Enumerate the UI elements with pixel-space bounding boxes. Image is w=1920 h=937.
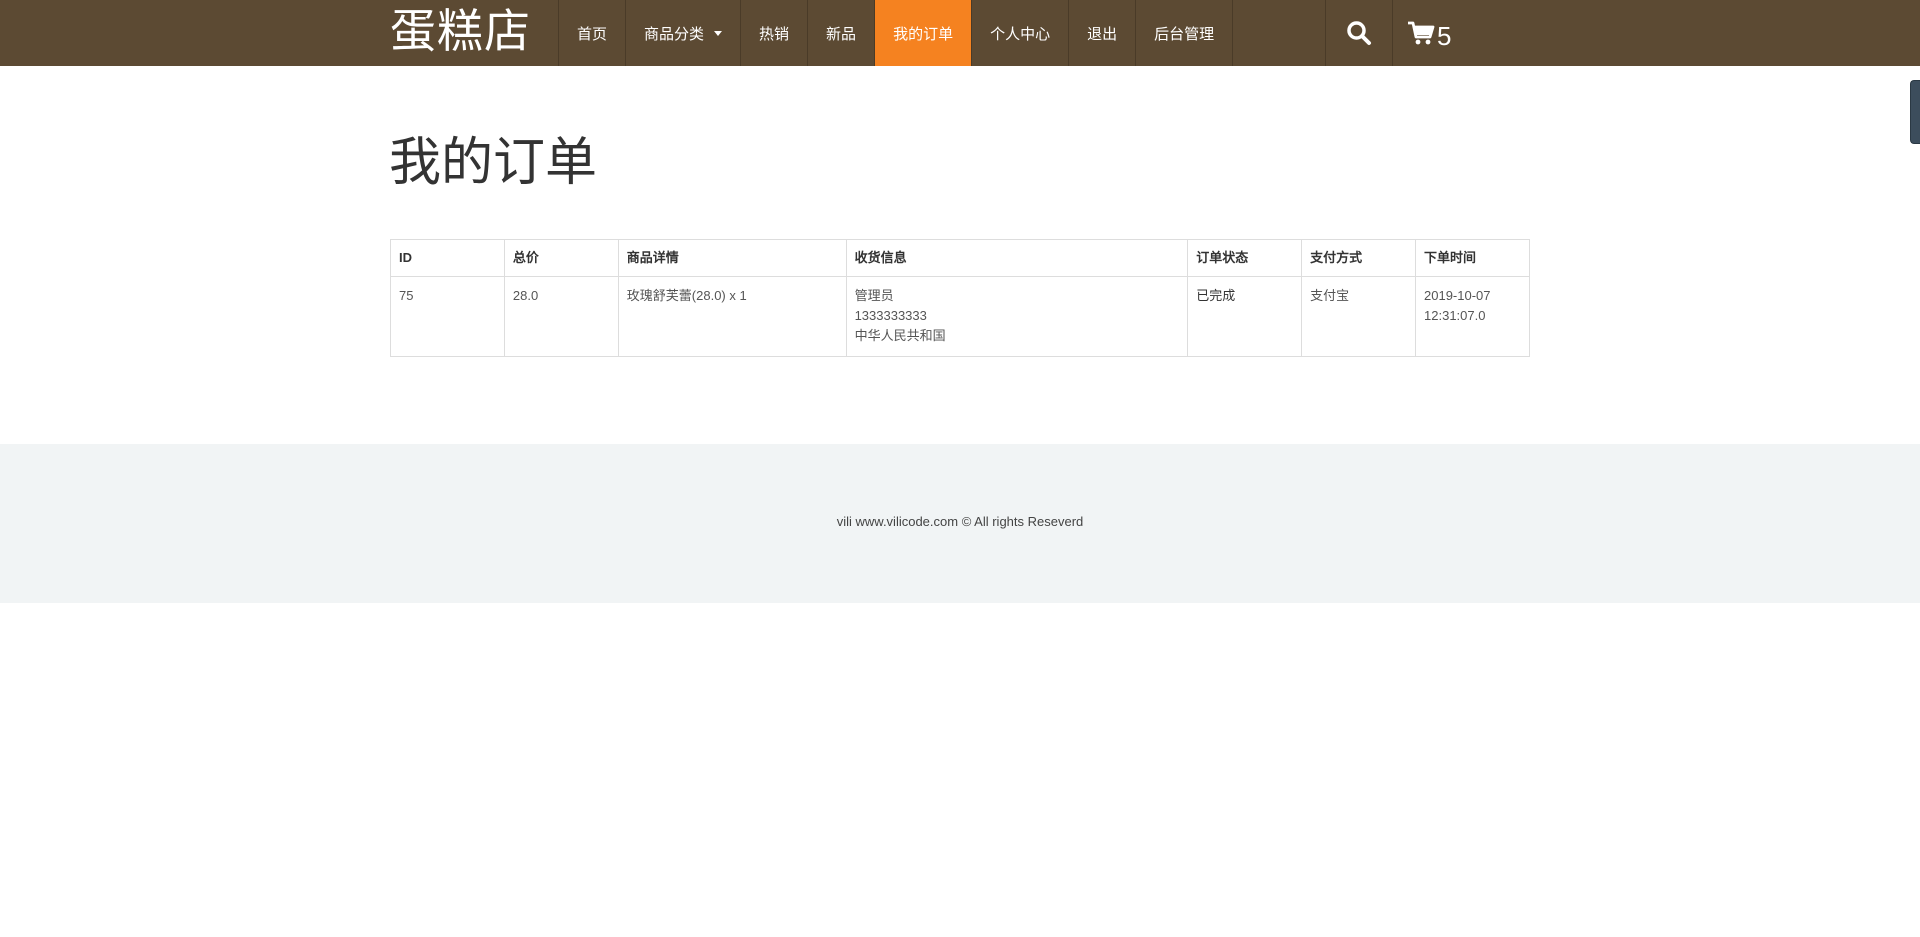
order-time: 12:31:07.0	[1424, 308, 1486, 323]
nav-item-profile[interactable]: 个人中心	[972, 0, 1070, 66]
order-total: 28.0	[503, 276, 619, 357]
order-date: 2019-10-07	[1424, 288, 1491, 303]
orders-table: ID 总价 商品详情 收货信息 订单状态 支付方式 下单时间 75 28.0 玫…	[390, 239, 1530, 357]
nav-item-home[interactable]: 首页	[559, 0, 627, 66]
nav-item-label: 个人中心	[990, 25, 1051, 43]
brand-logo[interactable]: 蛋糕店	[390, 6, 531, 56]
footer-copyright: vili www.vilicode.com © All rights Resev…	[836, 514, 1084, 529]
table-header-row: ID 总价 商品详情 收货信息 订单状态 支付方式 下单时间	[390, 239, 1530, 277]
nav-item-label: 后台管理	[1154, 25, 1215, 43]
order-id: 75	[390, 276, 505, 357]
nav-item-label: 我的订单	[893, 25, 954, 43]
shipping-address: 中华人民共和国	[854, 328, 946, 343]
order-datetime: 2019-10-07 12:31:07.0	[1415, 276, 1530, 357]
page-title: 我的订单	[389, 133, 598, 193]
nav-item-label: 热销	[759, 25, 790, 43]
side-scroll-handle[interactable]	[1910, 80, 1920, 144]
cart-icon	[1408, 21, 1435, 45]
caret-down-icon	[714, 30, 723, 36]
column-header-id: ID	[390, 239, 505, 277]
search-icon	[1347, 21, 1371, 45]
nav-item-label: 退出	[1087, 25, 1118, 43]
column-header-total: 总价	[503, 239, 619, 277]
nav-item-label: 新品	[826, 25, 857, 43]
nav-item-label: 商品分类	[644, 25, 705, 43]
column-header-status: 订单状态	[1187, 239, 1303, 277]
search-button[interactable]	[1326, 0, 1393, 66]
cart-button[interactable]: 5	[1393, 0, 1471, 66]
order-shipping: 管理员 1333333333 中华人民共和国	[845, 276, 1189, 357]
nav-item-new[interactable]: 新品	[808, 0, 876, 66]
order-status: 已完成	[1187, 276, 1303, 357]
column-header-payment: 支付方式	[1301, 239, 1417, 277]
nav-item-label: 首页	[577, 25, 608, 43]
cart-count-badge: 5	[1437, 20, 1452, 51]
main-nav: 首页 商品分类 热销 新品 我的订单 个人中心 退出 后台管理	[558, 0, 1234, 66]
nav-item-admin[interactable]: 后台管理	[1136, 0, 1234, 66]
nav-item-my-orders[interactable]: 我的订单	[875, 0, 973, 66]
column-header-items: 商品详情	[617, 239, 847, 277]
column-header-date: 下单时间	[1415, 239, 1530, 277]
order-payment: 支付宝	[1301, 276, 1417, 357]
shipping-name: 管理员	[854, 288, 894, 303]
nav-item-hot[interactable]: 热销	[741, 0, 809, 66]
order-items: 玫瑰舒芙蕾(28.0) x 1	[617, 276, 847, 357]
column-header-shipping: 收货信息	[845, 239, 1189, 277]
shipping-phone: 1333333333	[854, 308, 927, 323]
nav-item-logout[interactable]: 退出	[1069, 0, 1137, 66]
top-navbar: 蛋糕店 首页 商品分类 热销 新品 我的订单 个人中心 退出 后台管理 5	[0, 0, 1920, 66]
nav-item-categories[interactable]: 商品分类	[626, 0, 742, 66]
nav-right: 5	[1325, 0, 1471, 66]
table-row: 75 28.0 玫瑰舒芙蕾(28.0) x 1 管理员 1333333333 中…	[390, 276, 1530, 357]
footer: vili www.vilicode.com © All rights Resev…	[0, 444, 1920, 603]
